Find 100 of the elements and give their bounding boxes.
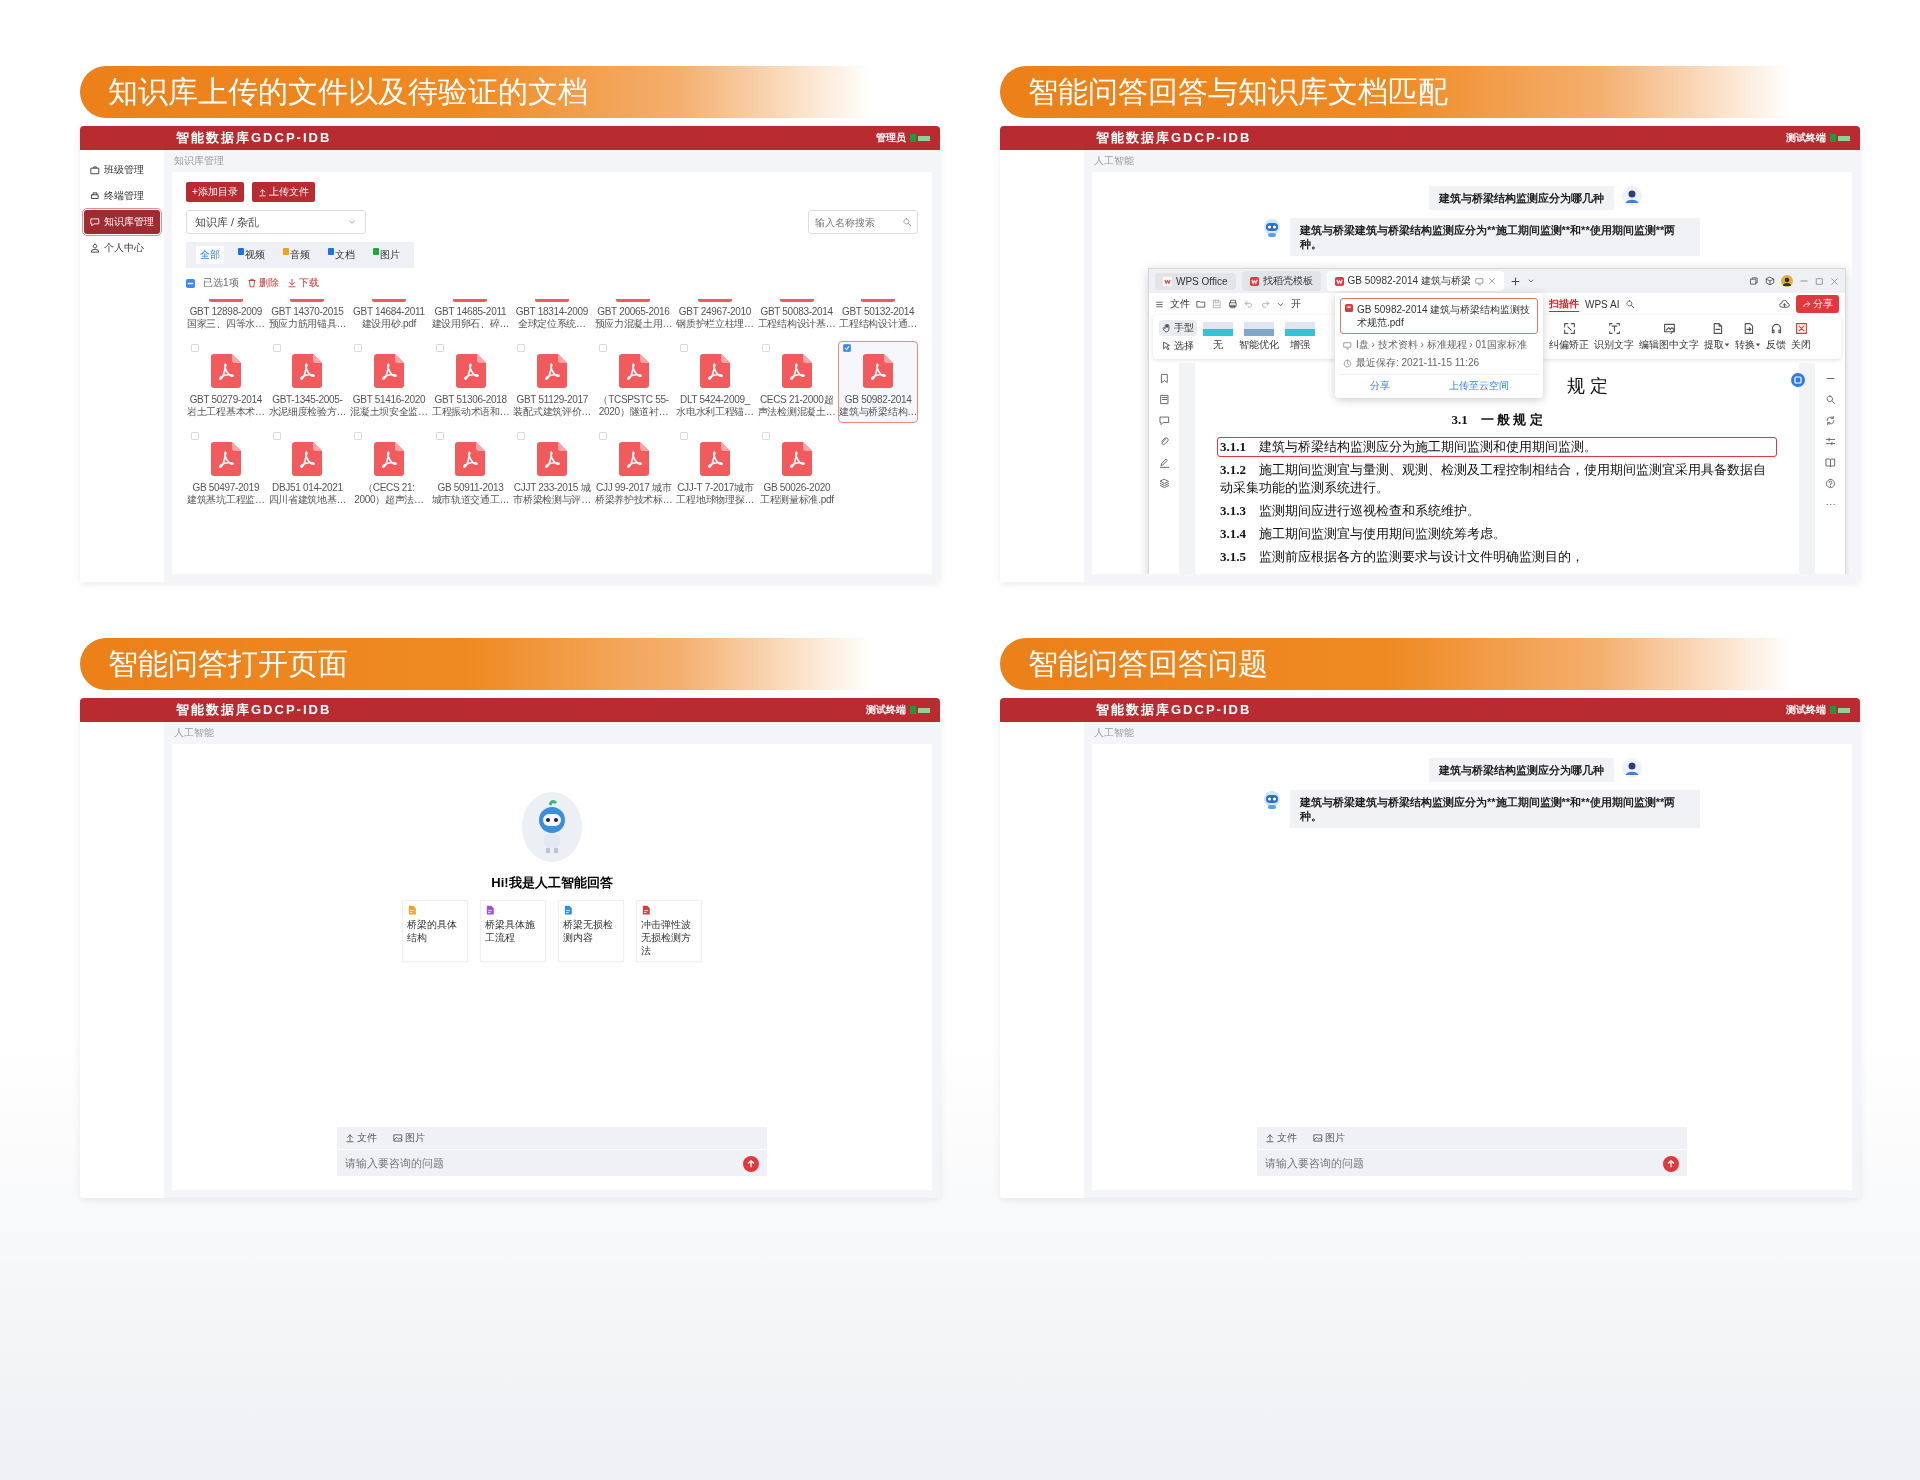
file-button[interactable]: 文件: [345, 1131, 377, 1145]
checkbox[interactable]: [762, 432, 771, 440]
file-name[interactable]: GB 50497-2019 建筑基坑工程监…: [187, 482, 265, 506]
breadcrumb: 人工智能: [1093, 154, 1135, 168]
add-folder-button[interactable]: +添加目录: [186, 182, 244, 202]
filter-tab[interactable]: 图片: [369, 246, 404, 264]
checkbox[interactable]: [435, 344, 444, 352]
answer-message: 建筑与桥梁建筑与桥梁结构监测应分为**施工期间监测**和**使用期间监测**两种。: [1290, 790, 1700, 828]
filter-option[interactable]: 无: [1203, 322, 1233, 352]
file-name[interactable]: GBT 18314-2009 全球定位系统…: [515, 306, 589, 330]
checkbox[interactable]: [354, 432, 363, 440]
tool-button[interactable]: 识别文字: [1594, 322, 1634, 352]
file-name[interactable]: GBT 24967-2010 钢质护栏立柱埋…: [676, 306, 754, 330]
file-name[interactable]: GBT-1345-2005- 水泥细度检验方…: [268, 394, 347, 418]
checkbox[interactable]: [354, 344, 363, 352]
file-name[interactable]: GBT 14684-2011 建设用砂.pdf: [353, 306, 425, 330]
document-tab[interactable]: WPS Office: [1155, 272, 1236, 290]
file-name[interactable]: GBT 12898-2009 国家三、四等水…: [187, 306, 265, 330]
checkbox[interactable]: [598, 432, 607, 440]
file-name[interactable]: GBT 51129-2017 装配式建筑评价…: [513, 394, 592, 418]
tool-button[interactable]: 转换: [1735, 322, 1761, 352]
sidebar-item[interactable]: 个人中心: [84, 236, 160, 260]
menu-tab[interactable]: WPS AI: [1585, 298, 1620, 310]
folder-select[interactable]: 知识库 / 杂乱: [186, 210, 366, 234]
file-card[interactable]: GB 50982-2014 建筑与桥梁结构…: [838, 341, 918, 423]
file-name[interactable]: GBT 51416-2020 混凝土坝安全监…: [350, 394, 428, 418]
filter-option[interactable]: 智能优化: [1239, 322, 1279, 352]
filter-tab[interactable]: 全部: [196, 246, 224, 264]
menu-tab[interactable]: 扫描件: [1549, 296, 1579, 312]
checkbox[interactable]: [272, 432, 281, 440]
user-name[interactable]: 测试终端: [1786, 703, 1826, 717]
file-name[interactable]: DBJ51 014-2021 四川省建筑地基…: [268, 482, 347, 506]
image-button[interactable]: 图片: [1313, 1131, 1345, 1145]
user-name[interactable]: 管理员: [876, 131, 906, 145]
delete-button[interactable]: 删除: [246, 276, 279, 290]
file-name[interactable]: GB 50911-2013 城市轨道交通工…: [431, 482, 510, 506]
file-button[interactable]: 文件: [1265, 1131, 1297, 1145]
file-name[interactable]: CJJ 99-2017 城市 桥梁养护技术标…: [594, 482, 673, 506]
menu-item[interactable]: 文件: [1170, 297, 1190, 311]
checkbox[interactable]: [680, 344, 689, 352]
checkbox[interactable]: [843, 344, 852, 352]
suggestion-card[interactable]: 桥梁的具体结构: [402, 900, 468, 962]
filter-tab[interactable]: 文档: [324, 246, 359, 264]
user-name[interactable]: 测试终端: [1786, 131, 1826, 145]
file-name[interactable]: DLT 5424-2009_ 水电水利工程锚…: [676, 394, 754, 418]
checkbox[interactable]: [191, 432, 199, 440]
file-name[interactable]: GBT 14370-2015 预应力筋用锚具…: [268, 306, 347, 330]
popup-link[interactable]: 分享: [1369, 379, 1390, 393]
mode-button[interactable]: 手型: [1159, 320, 1197, 336]
file-name[interactable]: GB 50026-2020 工程测量标准.pdf: [759, 482, 834, 506]
menu-item[interactable]: 开: [1291, 297, 1301, 311]
checkbox[interactable]: [517, 432, 526, 440]
file-name[interactable]: CECS 21-2000超 声法检测混凝土…: [757, 394, 836, 418]
checkbox[interactable]: [435, 432, 444, 440]
filter-option[interactable]: 增强: [1285, 322, 1315, 352]
file-name[interactable]: GBT 51306-2018 工程振动术语和…: [431, 394, 510, 418]
file-name[interactable]: CJJT 233-2015 城 市桥梁检测与评…: [513, 482, 591, 506]
document-tab[interactable]: GB 50982-2014 建筑与桥梁: [1326, 271, 1504, 291]
download-button[interactable]: 下载: [286, 276, 319, 290]
suggestion-card[interactable]: 桥梁具体施工流程: [480, 900, 546, 962]
tool-button[interactable]: 关闭: [1791, 322, 1811, 352]
filter-tab[interactable]: 视频: [234, 246, 269, 264]
file-entry[interactable]: GB 50982-2014 建筑与桥梁结构监测技术规范.pdf: [1340, 298, 1538, 334]
upload-button[interactable]: 上传文件: [251, 182, 315, 202]
clause-text: 3.1.3 监测期间应进行巡视检查和系统维护。: [1219, 502, 1481, 520]
question-field[interactable]: 请输入要咨询的问题: [1257, 1150, 1687, 1176]
filter-tab[interactable]: 音频: [279, 246, 314, 264]
share-button[interactable]: 分享: [1796, 295, 1839, 313]
file-name[interactable]: GBT 20065-2016 预应力混凝土用…: [594, 306, 673, 330]
file-name[interactable]: （CECS 21: 2000）超声法…: [354, 482, 424, 506]
checkbox[interactable]: [761, 344, 770, 352]
question-field[interactable]: 请输入要咨询的问题: [337, 1150, 767, 1176]
file-name[interactable]: GBT 14685-2011 建设用卵石、碎…: [431, 306, 510, 330]
checkbox[interactable]: [517, 344, 526, 352]
tool-button[interactable]: 反馈: [1766, 322, 1786, 352]
search-field[interactable]: 输入名称搜索: [808, 210, 918, 234]
image-button[interactable]: 图片: [393, 1131, 425, 1145]
file-name[interactable]: GBT 50083-2014 工程结构设计基…: [757, 306, 836, 330]
document-tab[interactable]: 找稻壳模板: [1241, 271, 1321, 291]
share-icon: [1802, 299, 1811, 309]
tool-button[interactable]: 编辑图中文字: [1639, 322, 1699, 352]
file-name[interactable]: CJJ-T 7-2017城市 工程地球物理探…: [676, 482, 755, 506]
suggestion-card[interactable]: 桥梁无损检测内容: [558, 900, 624, 962]
checkbox[interactable]: [680, 432, 689, 440]
tool-button[interactable]: 纠偏矫正: [1549, 322, 1589, 352]
file-name[interactable]: GBT 50279-2014 岩土工程基本术…: [187, 394, 265, 418]
checkbox[interactable]: [272, 344, 281, 352]
suggestion-card[interactable]: 冲击弹性波无损检测方法: [636, 900, 702, 962]
tool-button[interactable]: 提取: [1704, 322, 1730, 352]
sidebar-item[interactable]: 班级管理: [84, 158, 160, 182]
user-name[interactable]: 测试终端: [866, 703, 906, 717]
mode-button[interactable]: 选择: [1159, 338, 1197, 354]
sidebar-item[interactable]: 终端管理: [84, 184, 160, 208]
checkbox[interactable]: [599, 344, 608, 352]
file-name[interactable]: GB 50982-2014 建筑与桥梁结构…: [839, 394, 917, 418]
sidebar-item[interactable]: 知识库管理: [84, 210, 160, 234]
file-name[interactable]: （TCSPSTC 55- 2020）隧道衬…: [598, 394, 669, 418]
file-name[interactable]: GBT 50132-2014 工程结构设计通…: [839, 306, 917, 330]
popup-link[interactable]: 上传至云空间: [1448, 379, 1509, 393]
checkbox[interactable]: [191, 344, 199, 352]
